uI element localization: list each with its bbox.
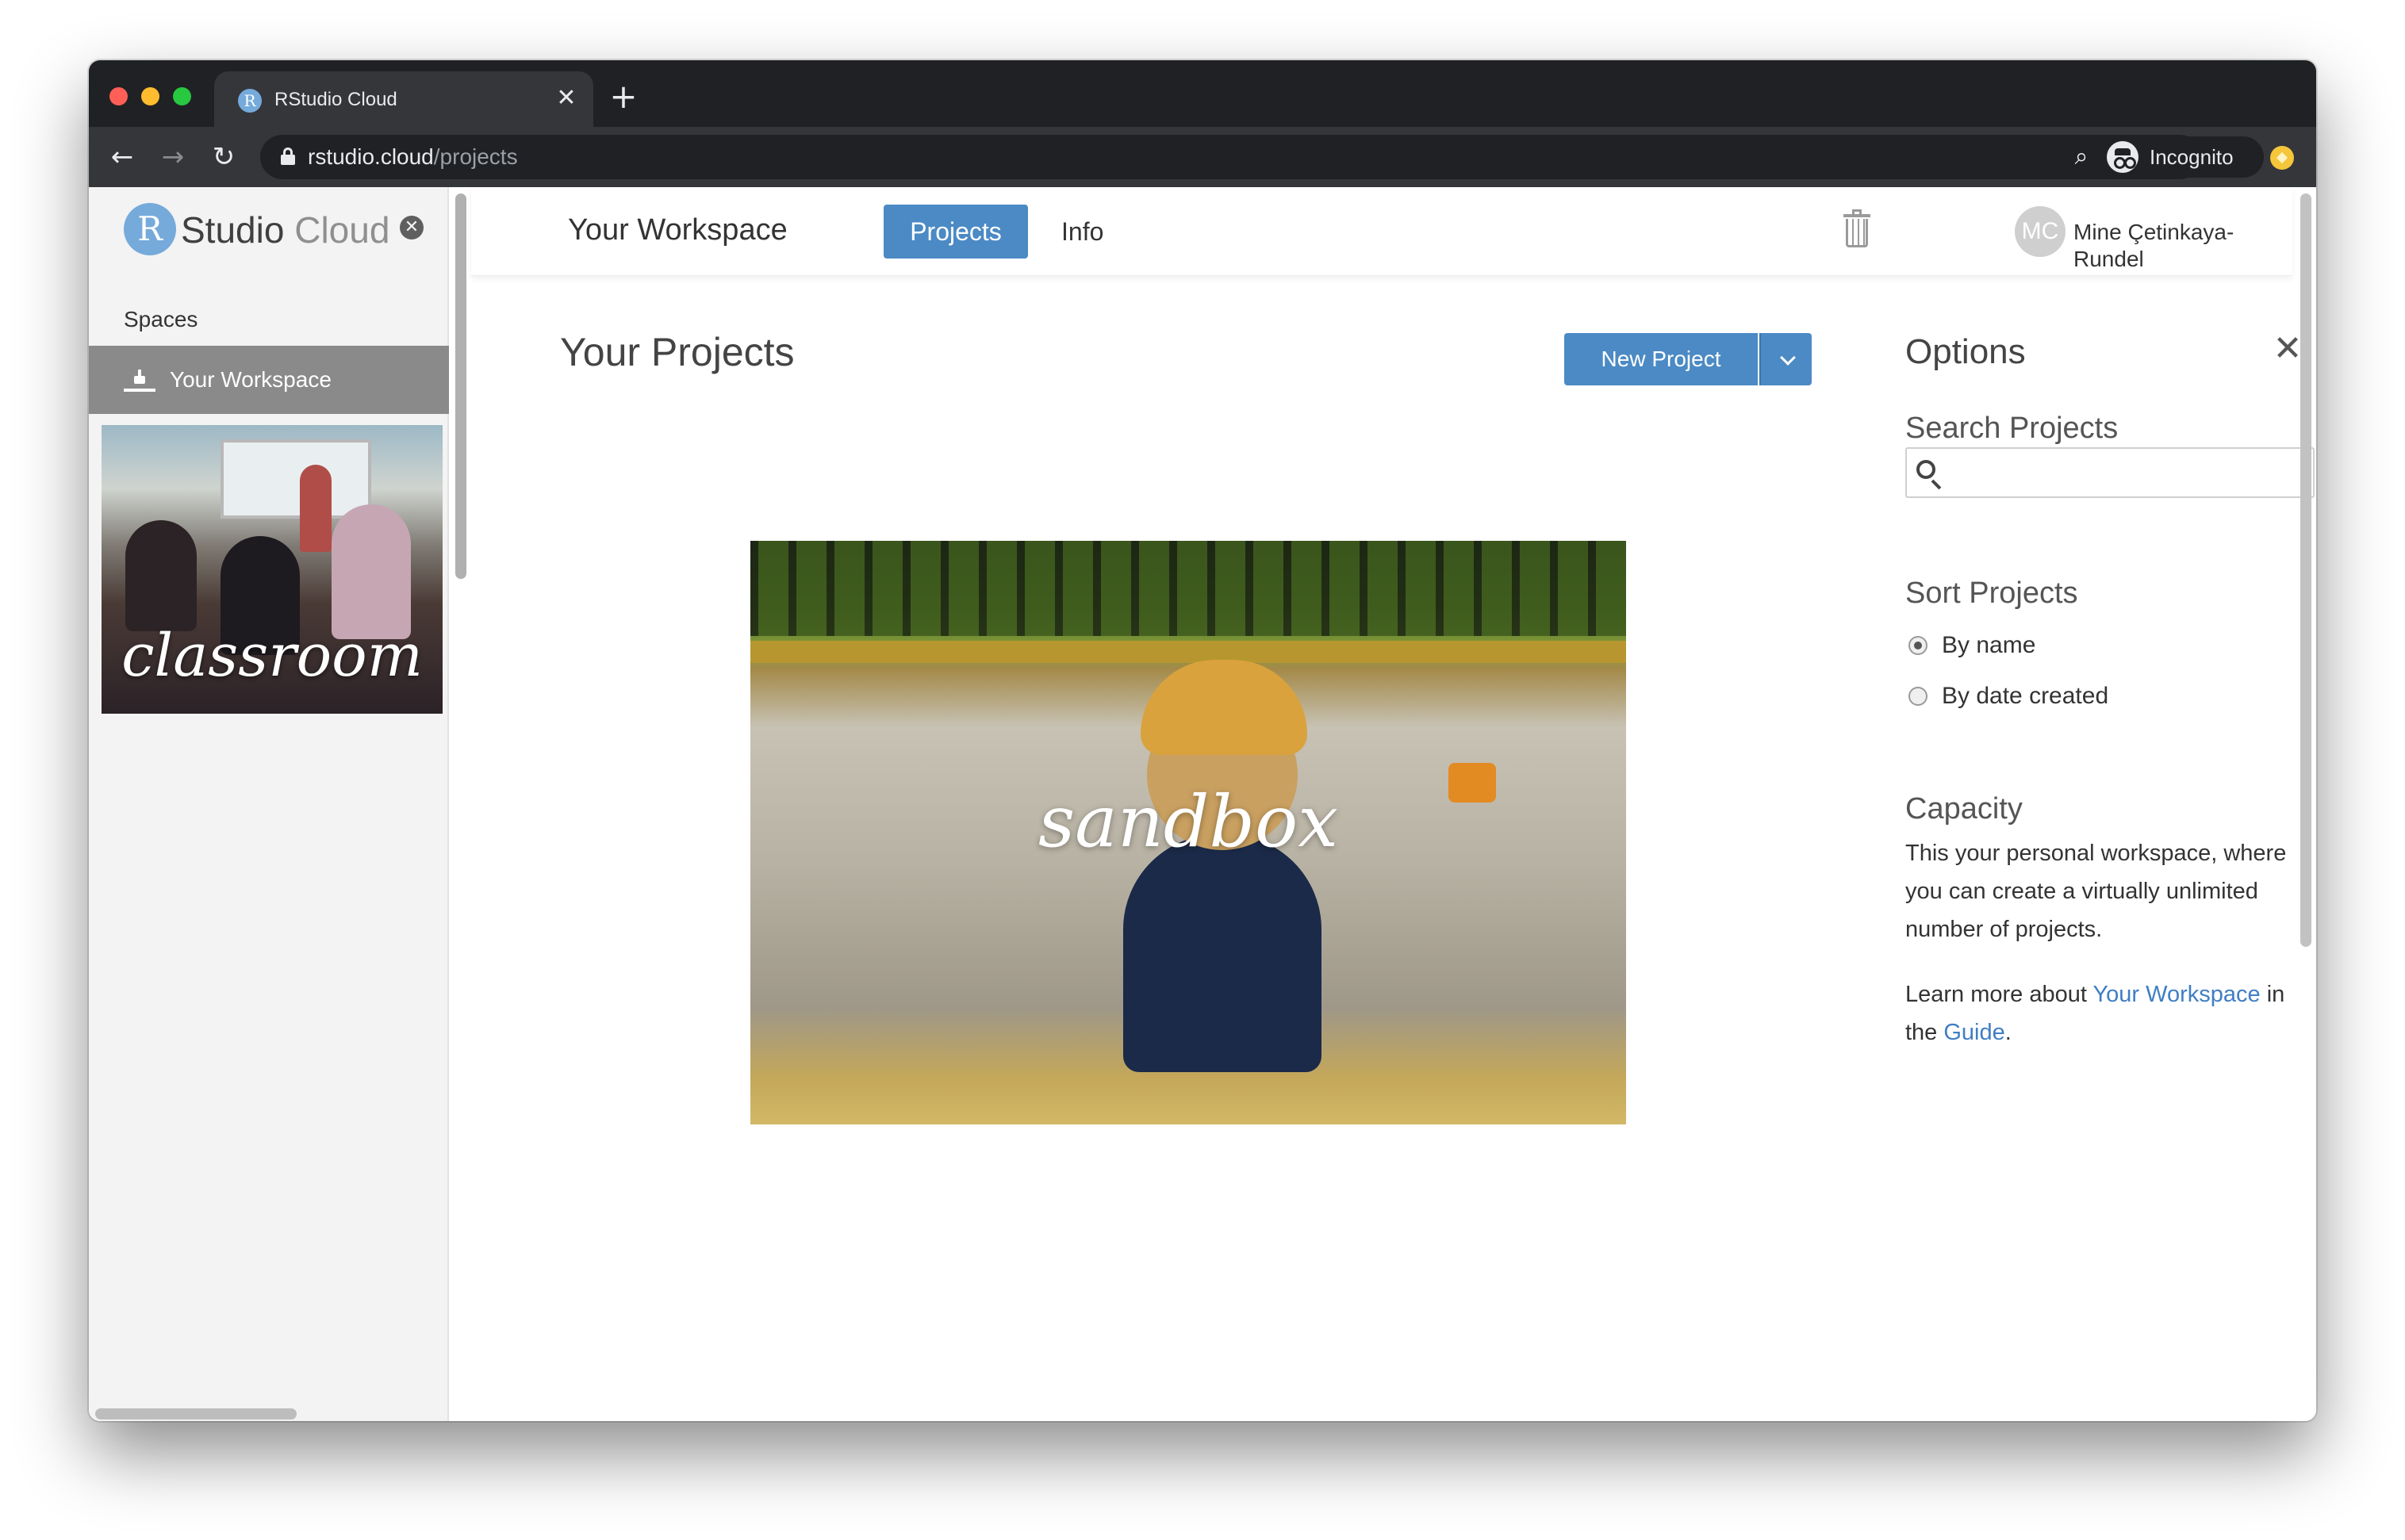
workspace-icon	[124, 370, 155, 392]
sort-projects-label: Sort Projects	[1905, 577, 2078, 610]
incognito-label: Incognito	[2150, 145, 2234, 169]
extension-icon[interactable]	[2270, 146, 2294, 170]
sidebar: R Studio Cloud ✕ Spaces Your Workspace c…	[89, 187, 466, 1421]
learn-suffix: .	[2004, 1020, 2012, 1045]
learn-prefix: Learn more about	[1905, 982, 2093, 1007]
brand-cloud: Cloud	[284, 209, 390, 251]
sandbox-label: sandbox	[1038, 780, 1338, 864]
rstudio-cloud-page: R Studio Cloud ✕ Spaces Your Workspace c…	[89, 187, 2316, 1421]
rstudio-favicon-icon: R	[238, 89, 262, 113]
sandbox-project-card[interactable]: sandbox	[750, 541, 1626, 1124]
rstudio-logo-icon: R	[124, 203, 176, 255]
close-circle-icon[interactable]: ✕	[400, 216, 424, 239]
tab-title: RStudio Cloud	[274, 89, 397, 110]
user-name[interactable]: Mine Çetinkaya-Rundel	[2073, 219, 2292, 273]
main-content: Your Workspace Projects Info MC Mine Çet…	[471, 187, 2316, 1421]
minimize-window-button[interactable]	[141, 87, 159, 105]
main-vertical-scrollbar[interactable]	[2300, 193, 2311, 947]
sidebar-vertical-scrollbar[interactable]	[455, 193, 466, 579]
close-window-button[interactable]	[109, 87, 128, 105]
projects-heading: Your Projects	[560, 330, 795, 374]
avatar[interactable]: MC	[2015, 206, 2066, 257]
options-title: Options	[1905, 332, 2026, 371]
classroom-label: classroom	[121, 622, 423, 690]
search-box[interactable]	[1905, 447, 2315, 498]
zoom-icon[interactable]: ⌕	[2067, 143, 2096, 171]
browser-window: R RStudio Cloud ✕ + ← → ↻ rstudio.cloud/…	[89, 60, 2316, 1421]
browser-tab[interactable]: R RStudio Cloud ✕	[214, 71, 593, 127]
new-project-button[interactable]: New Project	[1564, 333, 1758, 385]
search-icon	[1916, 460, 1943, 490]
sort-by-name-label: By name	[1942, 632, 2036, 658]
classroom-space-card[interactable]: classroom	[102, 425, 443, 714]
maximize-window-button[interactable]	[173, 87, 191, 105]
url-host: rstudio.cloud	[308, 144, 434, 169]
url-path: /projects	[433, 144, 518, 169]
close-icon[interactable]: ✕	[554, 86, 579, 111]
brand-studio: Studio	[181, 209, 285, 251]
arrow-right-icon[interactable]: →	[155, 140, 190, 174]
reload-icon[interactable]: ↻	[206, 140, 241, 174]
search-projects-label: Search Projects	[1905, 412, 2119, 445]
guide-link[interactable]: Guide	[1943, 1020, 2004, 1045]
chevron-down-icon[interactable]	[1759, 333, 1812, 385]
sort-by-name-radio[interactable]	[1908, 636, 1927, 655]
your-workspace-link[interactable]: Your Workspace	[2092, 982, 2260, 1007]
spaces-label: Spaces	[124, 307, 198, 331]
url-text[interactable]: rstudio.cloud/projects	[308, 144, 518, 170]
browser-toolbar: ← → ↻ rstudio.cloud/projects ⌕ ☆ Incogni…	[89, 127, 2316, 187]
sidebar-item-label: Your Workspace	[170, 367, 332, 392]
trash-icon[interactable]	[1843, 209, 1870, 247]
tab-info[interactable]: Info	[1061, 205, 1103, 259]
incognito-icon	[2107, 141, 2138, 173]
learn-more-text: Learn more about Your Workspace in the G…	[1905, 975, 2316, 1052]
capacity-label: Capacity	[1905, 792, 2023, 826]
capacity-description: This your personal workspace, where you …	[1905, 841, 2287, 942]
sort-by-date-radio[interactable]	[1908, 687, 1927, 706]
close-icon[interactable]: ✕	[2272, 331, 2303, 366]
tab-projects[interactable]: Projects	[884, 205, 1028, 259]
incognito-profile-button[interactable]: Incognito	[2102, 136, 2264, 178]
title-bar: R RStudio Cloud ✕ +	[89, 60, 2316, 127]
brand-name: Studio Cloud	[181, 209, 389, 251]
plus-icon[interactable]: +	[608, 80, 639, 113]
lock-icon[interactable]	[281, 147, 295, 165]
sort-by-date-label: By date created	[1942, 683, 2109, 709]
page-title: Your Workspace	[568, 213, 788, 247]
arrow-left-icon[interactable]: ←	[105, 140, 140, 174]
search-input[interactable]	[1950, 455, 2307, 492]
workspace-header: Your Workspace Projects Info MC Mine Çet…	[471, 187, 2292, 276]
sidebar-horizontal-scrollbar[interactable]	[95, 1408, 297, 1419]
address-bar[interactable]: rstudio.cloud/projects ⌕ ☆	[260, 135, 2202, 179]
sidebar-item-your-workspace[interactable]: Your Workspace	[89, 346, 449, 414]
